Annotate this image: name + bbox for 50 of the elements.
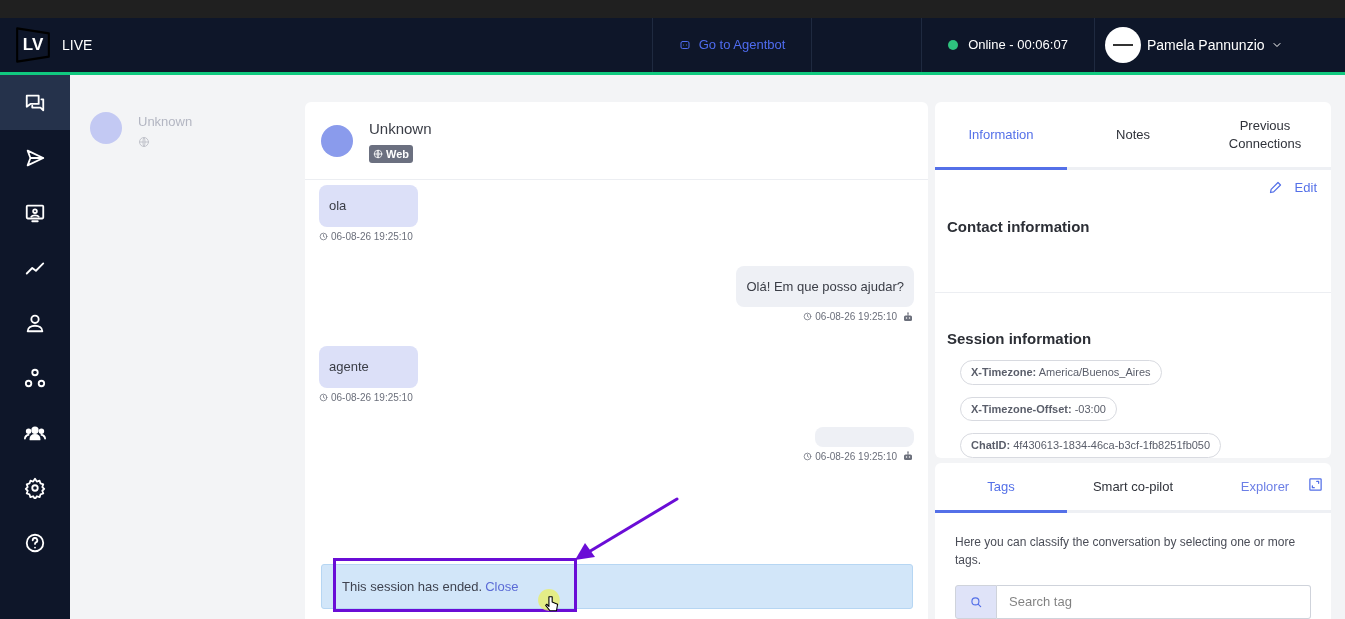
- user-avatar: [1105, 27, 1141, 63]
- clock-icon: [319, 231, 328, 241]
- tab[interactable]: Information: [935, 102, 1067, 170]
- contact-avatar: [321, 124, 353, 157]
- globe-icon: [373, 148, 383, 159]
- section-heading: Session information: [946, 328, 1093, 349]
- robot-icon: [678, 39, 691, 51]
- user-menu-button[interactable]: Pamela Pannunzio: [1105, 27, 1283, 63]
- robot-icon: [902, 310, 914, 323]
- status-text: Online - 00:06:07: [968, 36, 1068, 55]
- message-time: 06-08-26 19:25:10: [331, 229, 413, 244]
- search-icon: [969, 595, 983, 609]
- message-time: 06-08-26 19:25:10: [331, 390, 413, 405]
- nav-item[interactable]: [0, 75, 70, 130]
- expand-icon: [1308, 477, 1323, 492]
- robot-icon: [902, 450, 914, 462]
- expand-button[interactable]: [1308, 477, 1323, 492]
- tab[interactable]: Smart co-pilot: [1067, 463, 1199, 513]
- clock-icon: [803, 312, 813, 321]
- channel-badge: Web: [369, 144, 414, 163]
- tab[interactable]: Notes: [1067, 102, 1199, 170]
- clock-icon: [803, 451, 813, 461]
- agentbot-link[interactable]: Go to Agentbot: [652, 18, 812, 72]
- pencil-icon: [1267, 180, 1283, 196]
- message-bubble: Olá! Em que posso ajudar?: [736, 265, 914, 307]
- contact-avatar: [90, 112, 122, 144]
- pointer-cursor-icon: [537, 588, 563, 614]
- close-link[interactable]: Close: [485, 576, 519, 597]
- message-bubble: ola: [319, 185, 418, 227]
- message-time: 06-08-26 19:25:10: [815, 449, 897, 464]
- settings-icon: [24, 476, 46, 499]
- help-icon: [24, 531, 46, 554]
- nodes-icon: [24, 366, 46, 389]
- message-time: 06-08-26 19:25:10: [815, 310, 897, 324]
- tags-description: Here you can classify the conversation by selecting one or more tags.: [954, 534, 1297, 569]
- tab[interactable]: Explorer: [1199, 463, 1331, 513]
- contact-name: Unknown: [138, 113, 193, 131]
- contact-name: Unknown: [369, 119, 432, 139]
- banner-text: This session has ended.: [342, 577, 483, 596]
- tab[interactable]: Tags: [935, 463, 1067, 513]
- edit-button[interactable]: Edit: [1267, 178, 1317, 198]
- app-name: LIVE: [62, 35, 94, 55]
- search-field[interactable]: Search tag: [997, 585, 1311, 619]
- message-bubble: agente: [319, 346, 418, 388]
- clock-icon: [319, 392, 328, 402]
- logo-text: LV: [22, 34, 44, 57]
- section-heading: Contact information: [935, 197, 1331, 293]
- tab[interactable]: Previous Connections: [1199, 102, 1331, 170]
- globe-icon: [138, 135, 150, 148]
- logo-frame-icon: [14, 25, 52, 65]
